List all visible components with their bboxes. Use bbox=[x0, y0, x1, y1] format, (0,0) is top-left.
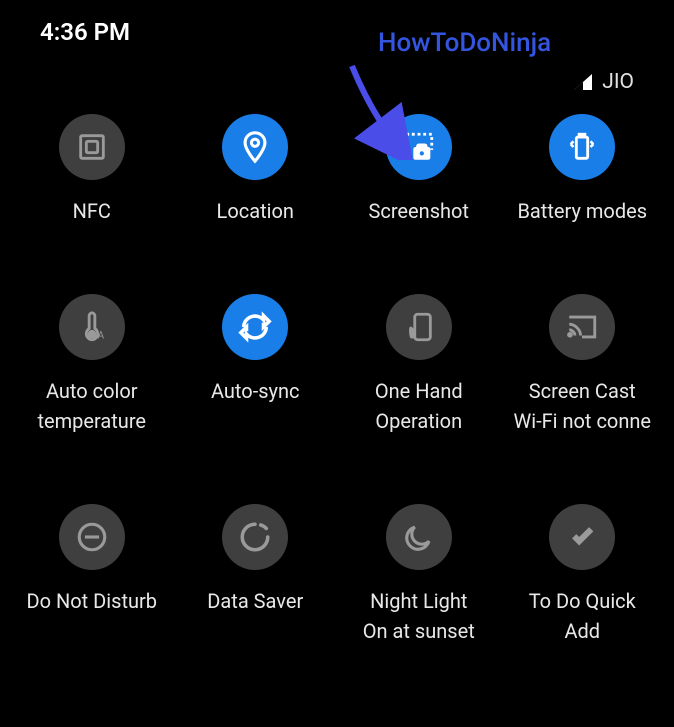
location-icon bbox=[238, 130, 272, 164]
tile-dnd: Do Not Disturb bbox=[10, 504, 174, 644]
tile-auto-color-temp: A Auto color temperature bbox=[10, 294, 174, 434]
dnd-label: Do Not Disturb bbox=[26, 588, 157, 614]
status-bar: 4:36 PM bbox=[0, 0, 674, 56]
screen-cast-sublabel: Wi-Fi not conne bbox=[513, 408, 651, 434]
tile-night-light: Night Light On at sunset bbox=[337, 504, 501, 644]
thermometer-icon: A bbox=[75, 310, 109, 344]
nfc-icon bbox=[75, 130, 109, 164]
signal-icon bbox=[572, 72, 594, 92]
location-label: Location bbox=[217, 198, 294, 224]
night-light-sublabel: On at sunset bbox=[363, 618, 475, 644]
battery-modes-toggle[interactable] bbox=[549, 114, 615, 180]
todo-label: To Do Quick bbox=[529, 588, 636, 614]
one-hand-label: One Hand bbox=[375, 378, 463, 404]
one-hand-sublabel: Operation bbox=[375, 408, 462, 434]
tile-nfc: NFC bbox=[10, 114, 174, 224]
night-light-label: Night Light bbox=[370, 588, 467, 614]
moon-icon bbox=[402, 520, 436, 554]
screen-cast-toggle[interactable] bbox=[549, 294, 615, 360]
dnd-toggle[interactable] bbox=[59, 504, 125, 570]
night-light-toggle[interactable] bbox=[386, 504, 452, 570]
data-saver-label: Data Saver bbox=[207, 588, 303, 614]
signal-row: JIO bbox=[0, 70, 674, 104]
tile-screenshot: Screenshot bbox=[337, 114, 501, 224]
nfc-label: NFC bbox=[73, 198, 111, 224]
tile-one-hand: One Hand Operation bbox=[337, 294, 501, 434]
dnd-icon bbox=[75, 520, 109, 554]
data-saver-toggle[interactable] bbox=[222, 504, 288, 570]
watermark-text: HowToDoNinja bbox=[378, 28, 551, 58]
checkmark-icon bbox=[565, 520, 599, 554]
auto-color-temp-sublabel: temperature bbox=[37, 408, 146, 434]
carrier-label: JIO bbox=[602, 70, 634, 94]
tile-data-saver: Data Saver bbox=[174, 504, 338, 644]
svg-text:A: A bbox=[97, 330, 104, 341]
auto-sync-toggle[interactable] bbox=[222, 294, 288, 360]
tile-location: Location bbox=[174, 114, 338, 224]
status-time: 4:36 PM bbox=[40, 18, 130, 46]
tile-battery-modes: Battery modes bbox=[501, 114, 665, 224]
quick-settings-grid: NFC Location Screenshot bbox=[0, 104, 674, 644]
battery-modes-label: Battery modes bbox=[517, 198, 647, 224]
one-hand-icon bbox=[402, 310, 436, 344]
screenshot-icon bbox=[402, 130, 436, 164]
tile-auto-sync: Auto-sync bbox=[174, 294, 338, 434]
location-toggle[interactable] bbox=[222, 114, 288, 180]
tile-todo-quick-add: To Do Quick Add bbox=[501, 504, 665, 644]
screenshot-toggle[interactable] bbox=[386, 114, 452, 180]
sync-icon bbox=[238, 310, 272, 344]
todo-quick-add-toggle[interactable] bbox=[549, 504, 615, 570]
data-saver-icon bbox=[238, 520, 272, 554]
screen-cast-label: Screen Cast bbox=[529, 378, 636, 404]
screenshot-label: Screenshot bbox=[369, 198, 469, 224]
auto-color-temp-toggle[interactable]: A bbox=[59, 294, 125, 360]
auto-color-temp-label: Auto color bbox=[46, 378, 138, 404]
auto-sync-label: Auto-sync bbox=[211, 378, 300, 404]
nfc-toggle[interactable] bbox=[59, 114, 125, 180]
battery-icon bbox=[565, 130, 599, 164]
one-hand-toggle[interactable] bbox=[386, 294, 452, 360]
tile-screen-cast: Screen Cast Wi-Fi not conne bbox=[501, 294, 665, 434]
todo-sublabel: Add bbox=[564, 618, 600, 644]
cast-icon bbox=[565, 310, 599, 344]
